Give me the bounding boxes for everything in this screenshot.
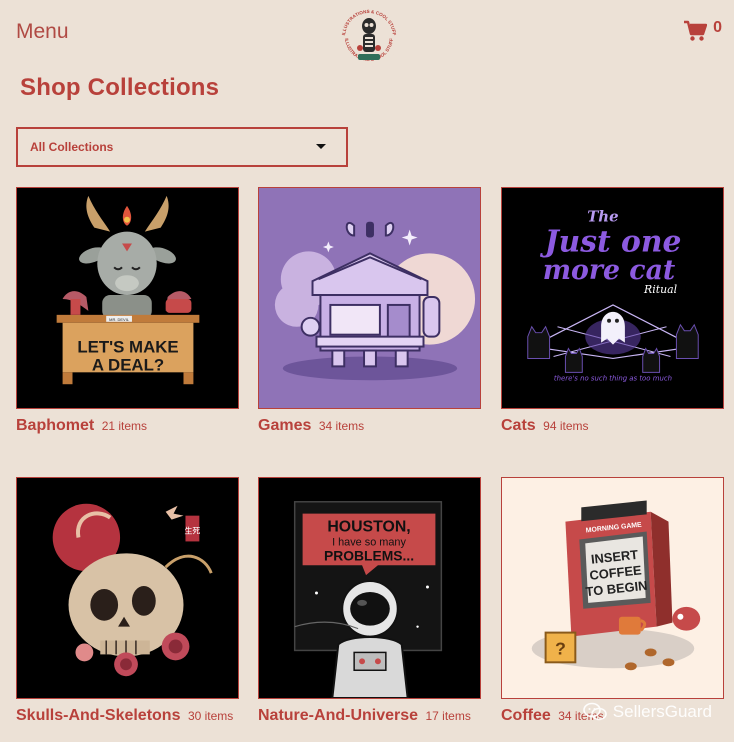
collection-item-count: 94 items [543, 419, 589, 433]
shopping-cart-icon [684, 20, 708, 41]
collection-card-baphomet: LET'S MAKE A DEAL? MR. DEVIL Baphomet 21… [16, 187, 239, 435]
collection-filter-select[interactable]: All Collections [16, 127, 348, 167]
svg-text:PROBLEMS...: PROBLEMS... [324, 547, 414, 563]
brand-logo[interactable]: ILLUSTRATIONS & COOL STUFF ILLUSTRATIONS… [336, 4, 402, 70]
menu-button[interactable]: Menu [16, 20, 69, 44]
collection-item-count: 17 items [425, 709, 471, 723]
collection-name[interactable]: Games [258, 417, 311, 434]
collection-name[interactable]: Baphomet [16, 417, 94, 434]
collection-item-count: 34 items [318, 419, 365, 433]
collection-image-nature-and-universe[interactable]: HOUSTON, I have so many PROBLEMS... [258, 477, 481, 699]
collection-card-nature-and-universe: HOUSTON, I have so many PROBLEMS... Natu… [258, 477, 481, 725]
collection-item-count: 30 items [187, 709, 234, 723]
collection-card-skulls-and-skeletons: 生死 Skulls-And-Skeletons 30 items [16, 477, 239, 725]
svg-text:A DEAL?: A DEAL? [92, 355, 164, 374]
collection-name[interactable]: Cats [501, 417, 536, 434]
cart-count-badge: 0 [713, 19, 722, 36]
collection-filter-value: All Collections [30, 140, 114, 154]
svg-text:MR. DEVIL: MR. DEVIL [109, 317, 130, 322]
page-title: Shop Collections [20, 74, 220, 101]
collection-item-count: 21 items [101, 419, 148, 433]
collection-image-baphomet[interactable]: LET'S MAKE A DEAL? MR. DEVIL [16, 187, 239, 409]
svg-text:?: ? [555, 638, 566, 658]
collection-card-games: Games 34 items [258, 187, 481, 435]
caret-down-icon [316, 144, 326, 149]
svg-text:Ritual: Ritual [643, 283, 678, 296]
svg-text:Just one: Just one [540, 224, 682, 259]
svg-text:more cat: more cat [543, 255, 676, 286]
collection-image-coffee[interactable]: MORNING GAME INSERT COFFEE TO BEGIN ? [501, 477, 724, 699]
collection-name[interactable]: Nature-And-Universe [258, 707, 418, 724]
collection-card-coffee: MORNING GAME INSERT COFFEE TO BEGIN ? Co… [501, 477, 724, 725]
collection-name[interactable]: Skulls-And-Skeletons [16, 707, 180, 724]
collection-card-cats: The Just one more cat Ritual there's no … [501, 187, 724, 435]
svg-text:LET'S MAKE: LET'S MAKE [77, 338, 178, 357]
cart-button[interactable]: 0 [683, 19, 722, 42]
collection-name[interactable]: Coffee [501, 707, 551, 724]
svg-text:生死: 生死 [185, 525, 201, 535]
svg-text:HOUSTON,: HOUSTON, [327, 519, 410, 536]
watermark-text: SellersGuard [612, 702, 712, 721]
collection-image-games[interactable] [258, 187, 481, 409]
collection-image-cats[interactable]: The Just one more cat Ritual there's no … [501, 187, 724, 409]
collection-image-skulls-and-skeletons[interactable]: 生死 [16, 477, 239, 699]
svg-text:The: The [587, 208, 618, 226]
wechat-icon [582, 702, 607, 721]
watermark: SellersGuard [582, 702, 712, 722]
svg-text:there's no such thing as too m: there's no such thing as too much [554, 374, 672, 382]
